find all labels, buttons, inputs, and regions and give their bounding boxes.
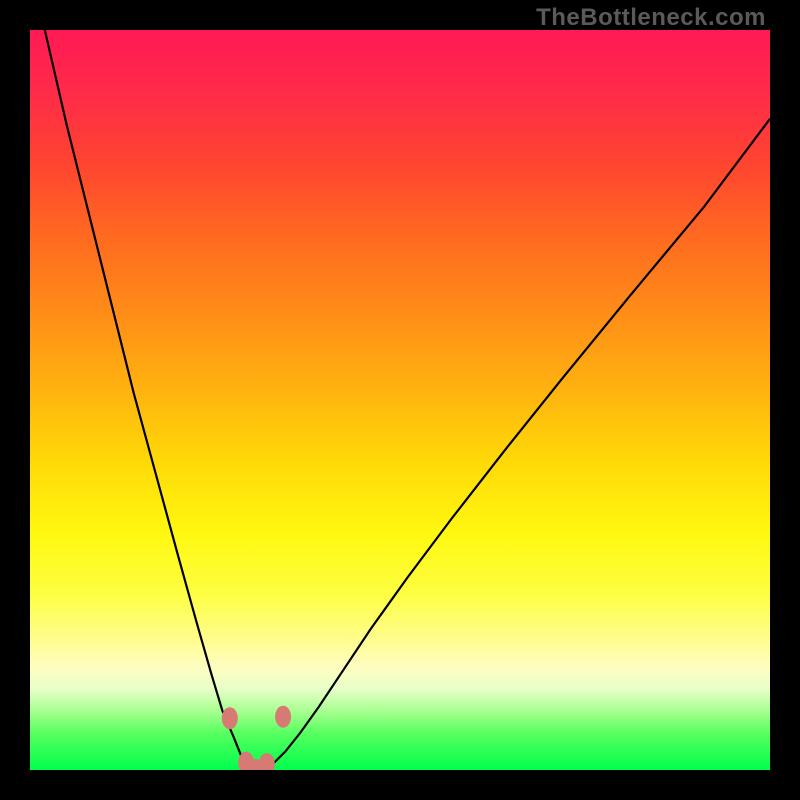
chart-svg [30,30,770,770]
curve-left [45,30,256,770]
curve-right [256,119,770,770]
marker-point [222,707,238,729]
marker-point [259,753,275,770]
chart-plot-area [30,30,770,770]
marker-point [275,706,291,728]
watermark-text: TheBottleneck.com [536,4,766,32]
marker-group [222,706,291,770]
